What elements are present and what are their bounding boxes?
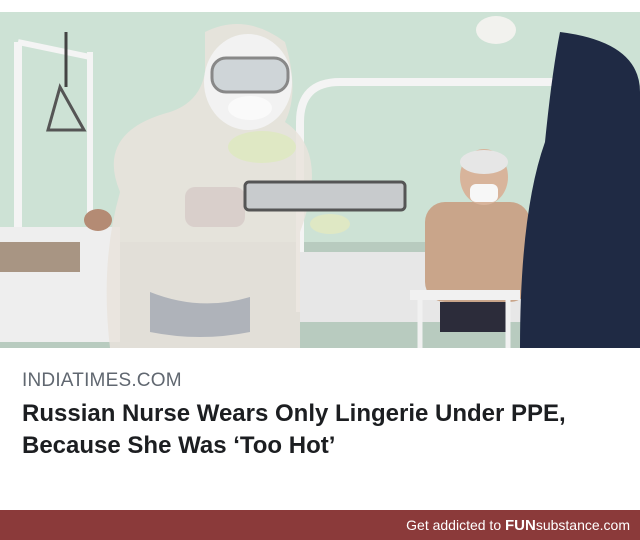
watermark-footer: Get addicted to FUNsubstance.com xyxy=(0,510,640,540)
footer-prefix: Get addicted to xyxy=(406,517,505,533)
article-card[interactable]: INDIATIMES.COM Russian Nurse Wears Only … xyxy=(0,12,640,489)
footer-brand-rest: substance.com xyxy=(535,517,630,533)
headline-line-2: Because She Was ‘Too Hot’ xyxy=(22,432,336,459)
footer-brand-bold: FUN xyxy=(505,517,536,534)
article-headline[interactable]: Russian Nurse Wears Only Lingerie Under … xyxy=(22,398,622,462)
top-strip xyxy=(0,0,640,12)
footer-text: Get addicted to FUNsubstance.com xyxy=(406,517,630,534)
article-source: INDIATIMES.COM xyxy=(22,370,182,391)
spacer xyxy=(0,488,640,510)
headline-line-1: Russian Nurse Wears Only Lingerie Under … xyxy=(22,400,566,427)
photo-illustration xyxy=(0,12,640,348)
article-meta: INDIATIMES.COM Russian Nurse Wears Only … xyxy=(0,348,640,488)
article-photo[interactable] xyxy=(0,12,640,348)
